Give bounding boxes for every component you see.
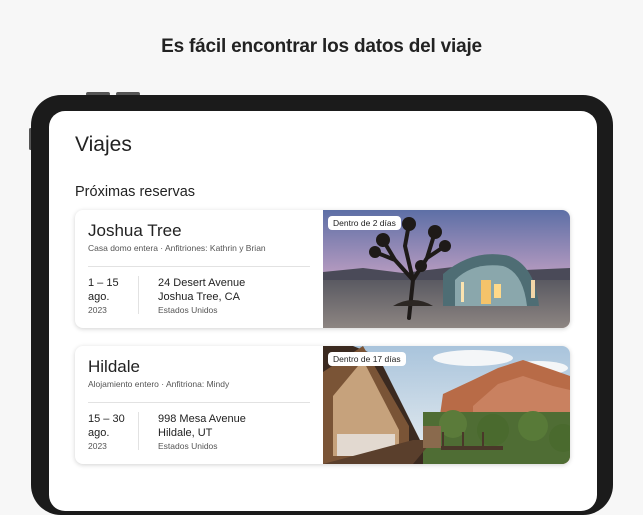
- status-badge: Dentro de 17 días: [328, 352, 406, 366]
- divider: [138, 276, 139, 314]
- trip-name: Joshua Tree: [88, 221, 182, 240]
- trip-subtitle: Alojamiento entero · Anfitriona: Mindy: [88, 379, 230, 389]
- trip-subtitle: Casa domo entera · Anfitriones: Kathrin …: [88, 243, 266, 253]
- trip-card[interactable]: Hildale Alojamiento entero · Anfitriona:…: [75, 346, 570, 464]
- divider: [88, 266, 310, 267]
- trip-street: 24 Desert Avenue: [158, 277, 246, 289]
- trip-city: Joshua Tree, CA: [158, 291, 240, 303]
- trip-city: Hildale, UT: [158, 427, 213, 439]
- trip-date-range: 15 – 30: [88, 413, 125, 425]
- trip-month: ago.: [88, 291, 110, 303]
- app-screen: Viajes Próximas reservas Joshua Tree Cas…: [49, 111, 597, 511]
- trip-year: 2023: [88, 441, 107, 451]
- trip-card[interactable]: Joshua Tree Casa domo entera · Anfitrion…: [75, 210, 570, 328]
- trip-name: Hildale: [88, 357, 140, 376]
- trip-date-range: 1 – 15: [88, 277, 119, 289]
- status-badge: Dentro de 2 días: [328, 216, 401, 230]
- headline: Es fácil encontrar los datos del viaje: [161, 36, 482, 57]
- divider: [88, 402, 310, 403]
- trip-year: 2023: [88, 305, 107, 315]
- trip-month: ago.: [88, 427, 110, 439]
- trip-street: 998 Mesa Avenue: [158, 413, 246, 425]
- trip-address: 998 Mesa Avenue Hildale, UT: [158, 412, 246, 440]
- page-title: Viajes: [75, 133, 132, 156]
- section-title: Próximas reservas: [75, 184, 196, 200]
- divider: [138, 412, 139, 450]
- trip-dates: 15 – 30 ago.: [88, 412, 125, 440]
- trip-country: Estados Unidos: [158, 441, 218, 451]
- trip-country: Estados Unidos: [158, 305, 218, 315]
- trip-address: 24 Desert Avenue Joshua Tree, CA: [158, 276, 245, 304]
- trip-dates: 1 – 15 ago.: [88, 276, 119, 304]
